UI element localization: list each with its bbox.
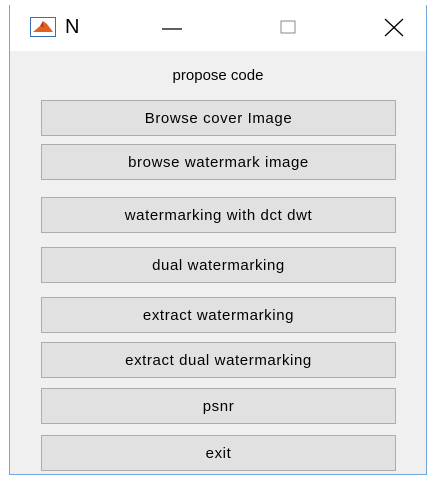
panel-title: propose code [172, 67, 264, 84]
maximize-icon [280, 20, 296, 34]
figure-window: N propose code Browse cover Image browse… [9, 5, 427, 475]
psnr-button[interactable]: psnr [41, 388, 396, 424]
matlab-icon [30, 17, 56, 37]
minimize-icon [162, 28, 182, 30]
close-icon [384, 18, 404, 37]
extract-watermarking-button[interactable]: extract watermarking [41, 297, 396, 333]
title-bar[interactable]: N [10, 5, 426, 51]
exit-button[interactable]: exit [41, 435, 396, 471]
browse-watermark-image-button[interactable]: browse watermark image [41, 144, 396, 180]
dual-watermarking-button[interactable]: dual watermarking [41, 247, 396, 283]
extract-dual-watermarking-button[interactable]: extract dual watermarking [41, 342, 396, 378]
watermarking-dct-dwt-button[interactable]: watermarking with dct dwt [41, 197, 396, 233]
window-title: N [65, 16, 80, 38]
maximize-button[interactable] [266, 11, 310, 43]
minimize-button[interactable] [150, 11, 194, 43]
close-button[interactable] [372, 11, 416, 43]
browse-cover-image-button[interactable]: Browse cover Image [41, 100, 396, 136]
